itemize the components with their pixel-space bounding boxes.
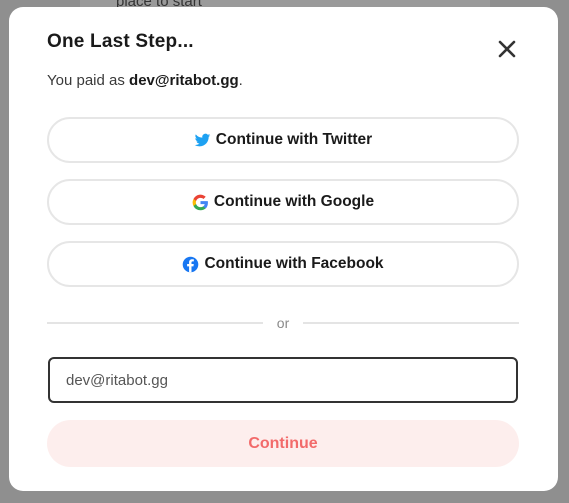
login-modal: One Last Step... You paid as dev@ritabot… — [9, 7, 558, 491]
continue-with-twitter-button[interactable]: Continue with Twitter — [47, 117, 519, 163]
payment-email: dev@ritabot.gg — [129, 72, 239, 89]
close-icon — [498, 40, 516, 58]
divider-label: or — [276, 315, 290, 331]
continue-button[interactable]: Continue — [47, 420, 519, 467]
facebook-icon — [182, 256, 199, 273]
facebook-button-label: Continue with Facebook — [204, 255, 384, 272]
email-input[interactable] — [48, 357, 518, 403]
payment-info-prefix: You paid as — [47, 72, 130, 89]
divider-line-left — [47, 322, 263, 324]
twitter-icon — [194, 132, 211, 149]
divider-line-right — [303, 322, 520, 324]
modal-title: One Last Step... — [47, 31, 194, 52]
close-button[interactable] — [495, 37, 519, 61]
or-divider: or — [47, 313, 520, 333]
continue-with-google-button[interactable]: Continue with Google — [47, 179, 519, 225]
twitter-button-label: Continue with Twitter — [215, 131, 373, 148]
google-button-label: Continue with Google — [213, 193, 375, 210]
payment-info-suffix: . — [238, 72, 243, 89]
google-icon — [192, 194, 209, 211]
payment-info: You paid as dev@ritabot.gg. — [47, 72, 243, 89]
continue-with-facebook-button[interactable]: Continue with Facebook — [47, 241, 519, 287]
